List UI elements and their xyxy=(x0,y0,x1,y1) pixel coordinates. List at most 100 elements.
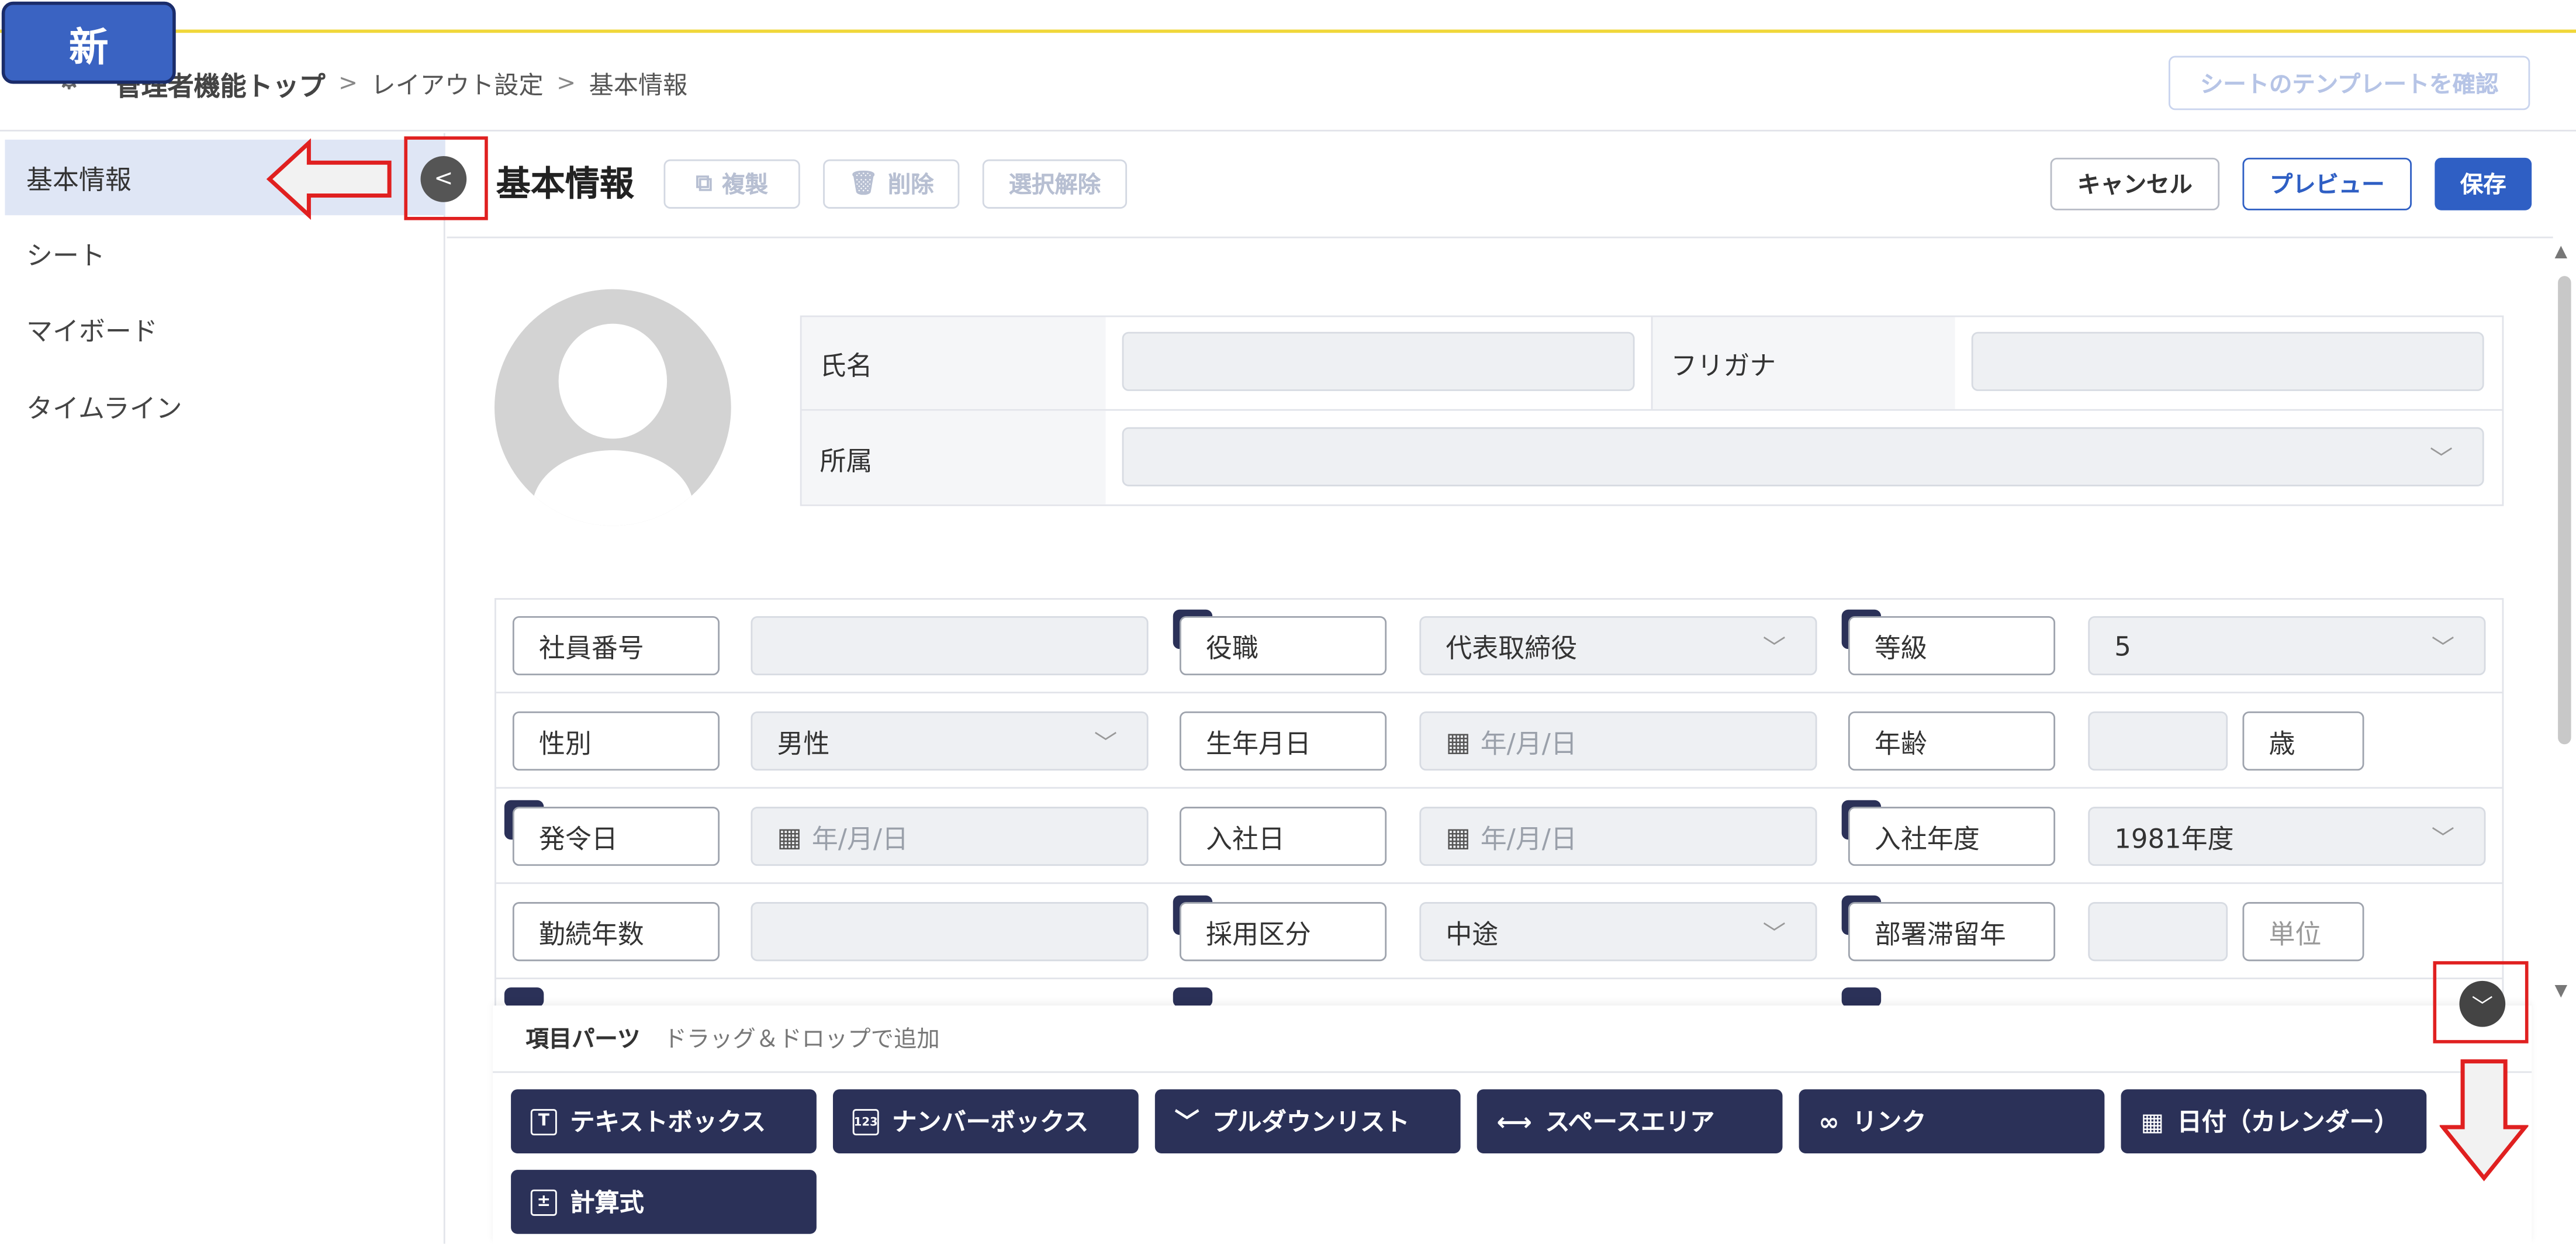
part-dropdown[interactable]: ﹀ プルダウンリスト xyxy=(1154,1089,1461,1154)
divider xyxy=(496,882,2502,884)
gender-select[interactable]: 男性 ﹀ xyxy=(751,711,1149,771)
part-label: 日付（カレンダー） xyxy=(2177,1107,2399,1137)
scrollbar-thumb[interactable] xyxy=(2558,276,2571,745)
date-placeholder: 年/月/日 xyxy=(1480,728,1577,759)
age-label[interactable]: 年齢 xyxy=(1848,711,2056,771)
name-label: 氏名 xyxy=(801,317,1106,409)
age-field[interactable] xyxy=(2088,711,2228,771)
cancel-button[interactable]: キャンセル xyxy=(2050,157,2220,210)
new-badge: 新 xyxy=(1,1,176,84)
grade-label[interactable]: 等級 xyxy=(1848,616,2056,676)
part-space-area[interactable]: ⟷ スペースエリア xyxy=(1477,1089,1783,1154)
template-check-button[interactable]: シートのテンプレートを確認 xyxy=(2168,56,2530,110)
hire-year-value: 1981年度 xyxy=(2114,823,2234,855)
employee-no-field[interactable] xyxy=(751,616,1149,676)
calendar-icon: ▦ xyxy=(2141,1106,2164,1136)
employee-no-label[interactable]: 社員番号 xyxy=(512,616,720,676)
scroll-up-icon[interactable]: ▲ xyxy=(2554,243,2567,261)
part-label: スペースエリア xyxy=(1545,1107,1715,1137)
part-link[interactable]: ∞ リンク xyxy=(1799,1089,2105,1154)
dept-stay-field[interactable] xyxy=(2088,902,2228,962)
page-title: 基本情報 xyxy=(496,164,634,204)
hire-year-select[interactable]: 1981年度 ﹀ xyxy=(2088,807,2486,866)
sidebar-item-myboard[interactable]: マイボード xyxy=(5,291,445,366)
date-placeholder: 年/月/日 xyxy=(811,823,909,855)
hire-type-label[interactable]: 採用区分 xyxy=(1180,902,1387,962)
part-label: テキストボックス xyxy=(570,1107,766,1137)
breadcrumb-separator: > xyxy=(338,70,358,97)
birthday-label[interactable]: 生年月日 xyxy=(1180,711,1387,771)
issue-date-field[interactable]: ▦ 年/月/日 xyxy=(751,807,1149,866)
annotation-arrow-down-icon xyxy=(2439,1059,2529,1181)
avatar[interactable] xyxy=(494,289,731,526)
breadcrumb: 管理者機能トップ > レイアウト設定 > 基本情報 xyxy=(115,64,688,103)
divider xyxy=(493,1071,2532,1073)
sidebar-item-sheet[interactable]: シート xyxy=(5,215,445,291)
save-button[interactable]: 保存 xyxy=(2435,157,2532,210)
delete-label: 削除 xyxy=(887,172,934,199)
calendar-icon: ▦ xyxy=(1446,725,1471,757)
field-type-icon xyxy=(1841,987,1882,1007)
part-numberbox[interactable]: 123 ナンバーボックス xyxy=(832,1089,1139,1154)
breadcrumb-layout-settings[interactable]: レイアウト設定 xyxy=(371,67,543,101)
sidebar-collapse-button[interactable]: < xyxy=(420,156,467,202)
chevron-down-icon: ﹀ xyxy=(1094,731,1118,758)
hire-type-value: 中途 xyxy=(1446,918,1499,950)
position-value: 代表取締役 xyxy=(1446,633,1578,664)
furigana-label: フリガナ xyxy=(1651,317,1955,409)
department-label: 所属 xyxy=(801,410,1106,504)
hire-type-select[interactable]: 中途 ﹀ xyxy=(1419,902,1817,962)
grade-value: 5 xyxy=(2114,630,2131,662)
sidebar-item-timeline[interactable]: タイムライン xyxy=(5,368,445,444)
calculator-icon: ± xyxy=(530,1188,557,1215)
hire-year-label[interactable]: 入社年度 xyxy=(1848,807,2056,866)
scroll-down-icon[interactable]: ▼ xyxy=(2554,983,2567,1001)
grade-select[interactable]: 5 ﹀ xyxy=(2088,616,2486,676)
calendar-icon: ▦ xyxy=(1446,820,1471,852)
birthday-field[interactable]: ▦ 年/月/日 xyxy=(1419,711,1817,771)
delete-button[interactable]: 🗑 削除 xyxy=(823,159,960,209)
number-icon: 123 xyxy=(852,1108,879,1135)
hire-date-label[interactable]: 入社日 xyxy=(1180,807,1387,866)
dept-stay-label[interactable]: 部署滞留年 xyxy=(1848,902,2056,962)
part-textbox[interactable]: T テキストボックス xyxy=(511,1089,817,1154)
chevron-down-icon: ﹀ xyxy=(2431,826,2455,853)
age-unit[interactable]: 歳 xyxy=(2242,711,2364,771)
gender-label[interactable]: 性別 xyxy=(512,711,720,771)
date-placeholder: 年/月/日 xyxy=(1480,823,1577,855)
link-icon: ∞ xyxy=(1818,1106,1839,1136)
furigana-field[interactable] xyxy=(1971,331,2484,391)
calendar-icon: ▦ xyxy=(777,820,802,852)
avatar-head-icon xyxy=(558,323,668,439)
field-type-icon xyxy=(1173,987,1213,1007)
position-label[interactable]: 役職 xyxy=(1180,616,1387,676)
name-field[interactable] xyxy=(1122,331,1635,391)
space-icon: ⟷ xyxy=(1496,1106,1532,1136)
unit-field[interactable]: 単位 xyxy=(2242,902,2364,962)
part-calendar[interactable]: ▦ 日付（カレンダー） xyxy=(2121,1089,2427,1154)
years-service-label[interactable]: 勤続年数 xyxy=(512,902,720,962)
years-service-field[interactable] xyxy=(751,902,1149,962)
chevron-down-icon: ﹀ xyxy=(1762,921,1786,948)
part-formula[interactable]: ± 計算式 xyxy=(511,1170,817,1234)
avatar-body-icon xyxy=(532,450,694,526)
parts-title: 項目パーツ xyxy=(525,1027,641,1053)
divider xyxy=(496,692,2502,694)
position-select[interactable]: 代表取締役 ﹀ xyxy=(1419,616,1817,676)
parts-toggle-button[interactable]: ﹀ xyxy=(2459,980,2506,1027)
hire-date-field[interactable]: ▦ 年/月/日 xyxy=(1419,807,1817,866)
department-select[interactable]: ﹀ xyxy=(1122,427,2484,486)
parts-hint: ドラッグ＆ドロップで追加 xyxy=(663,1027,940,1053)
deselect-button[interactable]: 選択解除 xyxy=(982,159,1128,209)
breadcrumb-separator: > xyxy=(556,70,576,97)
text-icon: T xyxy=(530,1108,557,1135)
part-label: プルダウンリスト xyxy=(1212,1107,1410,1137)
breadcrumb-current: 基本情報 xyxy=(589,70,688,100)
issue-date-label[interactable]: 発令日 xyxy=(512,807,720,866)
trash-icon: 🗑 xyxy=(848,171,878,198)
chevron-down-icon: ﹀ xyxy=(2431,635,2455,662)
preview-button[interactable]: プレビュー xyxy=(2242,157,2412,210)
copy-button[interactable]: ⧉ 複製 xyxy=(663,159,800,209)
chevron-down-icon: ﹀ xyxy=(2429,447,2453,474)
chevron-down-icon: ﹀ xyxy=(1174,1107,1199,1137)
